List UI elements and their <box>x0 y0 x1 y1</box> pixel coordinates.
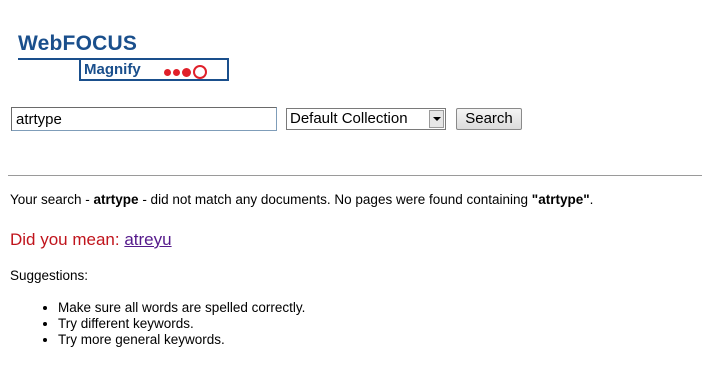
logo-product-text: Magnify <box>84 61 141 78</box>
dot-icon <box>164 68 171 76</box>
dot-icon <box>182 67 191 77</box>
no-match-middle: - did not match any documents. No pages … <box>138 192 532 207</box>
suggestions-list: Make sure all words are spelled correctl… <box>20 300 305 348</box>
no-match-suffix: . <box>589 192 594 207</box>
no-match-quoted-query: "atrtype" <box>531 192 590 207</box>
no-match-query: atrtype <box>93 192 139 207</box>
suggestion-item: Try more general keywords. <box>58 332 305 348</box>
ring-icon <box>193 65 207 79</box>
logo-dots-icon <box>164 65 207 79</box>
search-input[interactable] <box>11 107 277 131</box>
did-you-mean: Did you mean: atreyu <box>10 230 172 250</box>
suggestions-title: Suggestions: <box>10 268 89 283</box>
dropdown-arrow-icon[interactable] <box>429 110 444 128</box>
collection-select[interactable]: Default Collection <box>286 108 446 130</box>
collection-selected-value: Default Collection <box>290 110 408 127</box>
dot-icon <box>173 68 180 76</box>
did-you-mean-link[interactable]: atreyu <box>124 230 171 249</box>
suggestion-item: Try different keywords. <box>58 316 305 332</box>
logo-brand-text: WebFOCUS <box>18 32 138 55</box>
did-you-mean-label: Did you mean: <box>10 230 125 249</box>
webfocus-magnify-logo: WebFOCUS Magnify <box>16 32 236 88</box>
divider <box>8 175 702 176</box>
search-button[interactable]: Search <box>456 108 522 130</box>
suggestion-item: Make sure all words are spelled correctl… <box>58 300 305 316</box>
no-match-prefix: Your search - <box>10 192 94 207</box>
no-match-message: Your search - atrtype - did not match an… <box>10 192 593 208</box>
